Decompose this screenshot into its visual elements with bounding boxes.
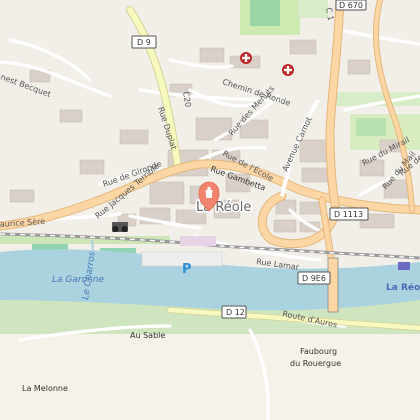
bridge bbox=[327, 257, 339, 313]
svg-text:D 670: D 670 bbox=[339, 1, 363, 10]
road-shield-d1113: D 1113 bbox=[329, 207, 369, 221]
map-view[interactable]: La Réole La Réo La Garonne Le Charros P … bbox=[0, 0, 420, 420]
pharmacy-cross-icon[interactable] bbox=[240, 52, 252, 64]
station-building bbox=[398, 262, 410, 270]
svg-text:D 1113: D 1113 bbox=[334, 210, 363, 219]
road-shield-d9e6: D 9E6 bbox=[297, 271, 331, 285]
river-label: La Garonne bbox=[52, 275, 104, 285]
station-area bbox=[180, 236, 216, 246]
map-canvas: La Réole La Réo La Garonne Le Charros P … bbox=[0, 0, 420, 420]
place-la-melonne: La Melonne bbox=[22, 384, 68, 393]
green-area-east-inner bbox=[356, 118, 386, 136]
place-au-sable: Au Sable bbox=[130, 331, 165, 340]
pharmacy-cross-icon[interactable] bbox=[282, 64, 294, 76]
road-shield-d9: D 9 bbox=[131, 35, 157, 49]
svg-text:D 9E6: D 9E6 bbox=[302, 274, 326, 283]
station-label: La Réo bbox=[386, 282, 420, 293]
place-faubourg-line1: Faubourg bbox=[300, 347, 337, 356]
parking-icon[interactable]: P bbox=[182, 262, 192, 277]
road-shield-d12: D 12 bbox=[221, 305, 247, 319]
svg-text:D 12: D 12 bbox=[226, 308, 245, 317]
svg-text:D 9: D 9 bbox=[137, 38, 151, 47]
green-area-north bbox=[298, 0, 328, 18]
sports-pitch bbox=[250, 0, 280, 26]
place-faubourg-line2: du Rouergue bbox=[290, 359, 341, 368]
road-shield-d670: D 670 bbox=[335, 0, 367, 11]
binoculars-icon[interactable] bbox=[112, 222, 128, 232]
